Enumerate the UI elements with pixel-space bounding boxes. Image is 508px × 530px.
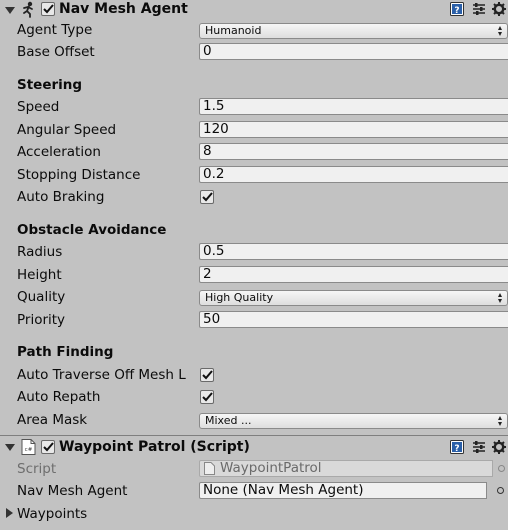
object-picker-icon bbox=[498, 465, 505, 472]
checkbox-check-icon bbox=[201, 392, 213, 402]
gear-icon[interactable] bbox=[492, 440, 506, 454]
base-offset-field[interactable]: 0 bbox=[199, 43, 508, 60]
gear-icon[interactable] bbox=[492, 2, 506, 16]
height-label: Height bbox=[17, 267, 62, 283]
component-title: Waypoint Patrol (Script) bbox=[59, 439, 250, 455]
component-title: Nav Mesh Agent bbox=[59, 1, 188, 17]
preset-icon[interactable] bbox=[472, 440, 486, 454]
waypoint-patrol-header[interactable]: c# Waypoint Patrol (Script) ? bbox=[0, 437, 508, 458]
obstacle-avoidance-section-title: Obstacle Avoidance bbox=[17, 222, 167, 238]
checkbox-check-icon bbox=[201, 192, 213, 202]
waypoints-label[interactable]: Waypoints bbox=[17, 506, 87, 522]
agent-type-value: Humanoid bbox=[205, 24, 262, 37]
auto-traverse-checkbox[interactable] bbox=[200, 368, 214, 382]
angular-speed-field[interactable]: 120 bbox=[199, 121, 508, 138]
script-icon: c# bbox=[21, 439, 36, 455]
auto-braking-checkbox[interactable] bbox=[200, 190, 214, 204]
stopping-distance-label: Stopping Distance bbox=[17, 167, 141, 183]
script-file-icon bbox=[204, 462, 215, 475]
dropdown-arrow-icon bbox=[498, 26, 503, 36]
angular-speed-label: Angular Speed bbox=[17, 122, 117, 138]
priority-label: Priority bbox=[17, 312, 66, 328]
height-field[interactable]: 2 bbox=[199, 266, 508, 283]
speed-field[interactable]: 1.5 bbox=[199, 98, 508, 115]
preset-icon[interactable] bbox=[472, 2, 486, 16]
foldout-closed-icon[interactable] bbox=[6, 508, 13, 518]
acceleration-field[interactable]: 8 bbox=[199, 143, 508, 160]
nav-mesh-agent-header[interactable]: Nav Mesh Agent ? bbox=[0, 0, 508, 21]
object-picker-icon[interactable] bbox=[497, 487, 504, 494]
svg-text:?: ? bbox=[454, 6, 459, 16]
script-value: WaypointPatrol bbox=[220, 460, 322, 476]
radius-label: Radius bbox=[17, 244, 63, 260]
quality-dropdown[interactable]: High Quality bbox=[199, 290, 508, 306]
svg-text:?: ? bbox=[454, 444, 459, 454]
script-icon-text: c# bbox=[25, 447, 33, 453]
checkbox-check-icon bbox=[201, 370, 213, 380]
checkbox-check-icon bbox=[42, 442, 54, 452]
component-separator bbox=[0, 435, 508, 436]
nav-mesh-agent-icon bbox=[23, 1, 33, 18]
steering-section-title: Steering bbox=[17, 77, 83, 93]
path-finding-section-title: Path Finding bbox=[17, 344, 114, 360]
foldout-open-icon[interactable] bbox=[5, 444, 15, 451]
radius-field[interactable]: 0.5 bbox=[199, 243, 508, 260]
priority-field[interactable]: 50 bbox=[199, 311, 508, 328]
area-mask-label: Area Mask bbox=[17, 412, 88, 428]
quality-label: Quality bbox=[17, 289, 66, 305]
area-mask-dropdown[interactable]: Mixed ... bbox=[199, 413, 508, 429]
acceleration-label: Acceleration bbox=[17, 144, 101, 160]
agent-type-label: Agent Type bbox=[17, 22, 93, 38]
auto-traverse-label: Auto Traverse Off Mesh L bbox=[17, 367, 186, 383]
foldout-open-icon[interactable] bbox=[5, 7, 15, 14]
area-mask-value: Mixed ... bbox=[205, 414, 252, 427]
nav-mesh-agent-ref-field[interactable]: None (Nav Mesh Agent) bbox=[199, 482, 487, 499]
auto-repath-label: Auto Repath bbox=[17, 389, 101, 405]
agent-type-dropdown[interactable]: Humanoid bbox=[199, 23, 508, 39]
script-label: Script bbox=[17, 461, 57, 477]
nav-mesh-agent-enabled-checkbox[interactable] bbox=[41, 2, 55, 16]
dropdown-arrow-icon bbox=[498, 293, 503, 303]
auto-braking-label: Auto Braking bbox=[17, 189, 105, 205]
dropdown-arrow-icon bbox=[498, 416, 503, 426]
help-icon[interactable]: ? bbox=[450, 2, 464, 16]
help-icon[interactable]: ? bbox=[450, 440, 464, 454]
script-field: WaypointPatrol bbox=[199, 460, 493, 477]
waypoint-patrol-enabled-checkbox[interactable] bbox=[41, 440, 55, 454]
checkbox-check-icon bbox=[42, 4, 54, 14]
base-offset-label: Base Offset bbox=[17, 44, 95, 60]
quality-value: High Quality bbox=[205, 291, 274, 304]
auto-repath-checkbox[interactable] bbox=[200, 390, 214, 404]
nav-mesh-agent-ref-label: Nav Mesh Agent bbox=[17, 483, 128, 499]
speed-label: Speed bbox=[17, 99, 60, 115]
stopping-distance-field[interactable]: 0.2 bbox=[199, 166, 508, 183]
